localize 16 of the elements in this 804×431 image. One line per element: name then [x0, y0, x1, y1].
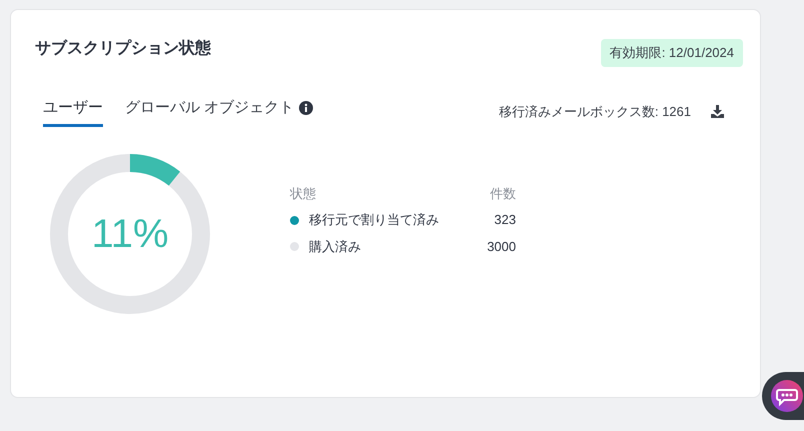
download-button[interactable]	[709, 103, 726, 120]
percent-value: 11%	[91, 211, 169, 258]
expiry-badge: 有効期限: 12/01/2024	[600, 39, 743, 66]
chat-button[interactable]	[762, 372, 804, 420]
tab[interactable]: グローバル オブジェクト	[125, 96, 314, 127]
card-title: サブスクリプション状態	[35, 38, 211, 59]
chat-icon	[771, 380, 803, 412]
legend-label: 購入済み	[309, 238, 361, 256]
tab[interactable]: ユーザー	[43, 96, 103, 127]
download-icon	[711, 105, 724, 118]
legend-count: 3000	[487, 238, 516, 256]
legend-count: 323	[494, 211, 516, 230]
legend-label: 移行元で割り当て済み	[309, 211, 439, 230]
column-header: 状態	[290, 184, 316, 203]
column-header: 件数	[490, 184, 516, 203]
migrated-count: 移行済みメールボックス数: 1261	[498, 103, 691, 121]
